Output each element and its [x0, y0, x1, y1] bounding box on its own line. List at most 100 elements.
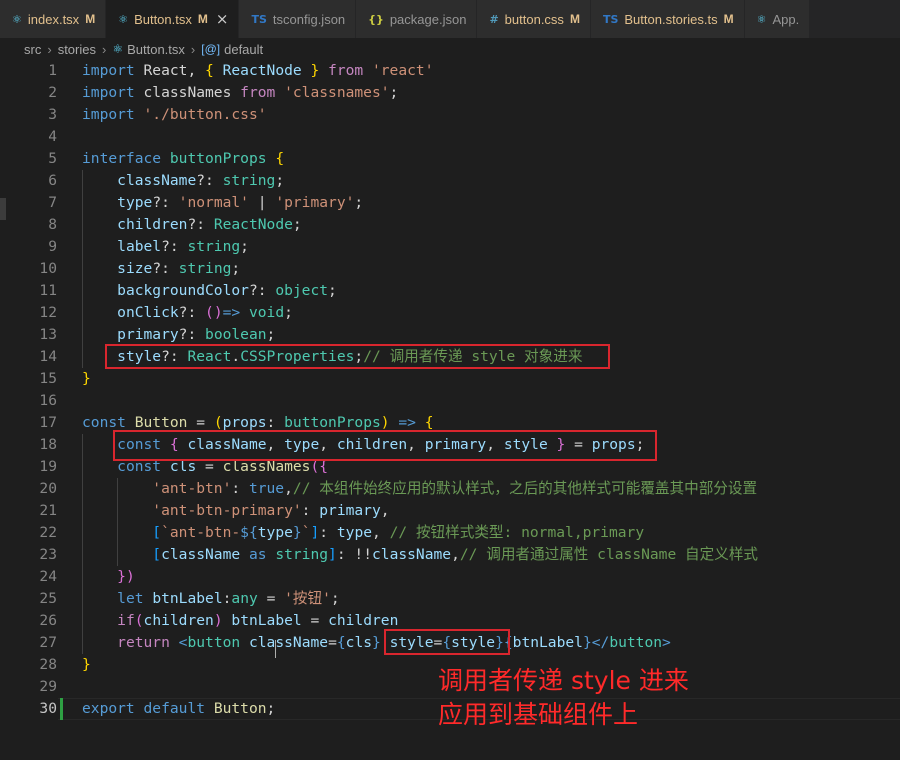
code-line[interactable]: 25 let btnLabel:any = '按钮';	[0, 588, 900, 610]
code-line[interactable]: 8 children?: ReactNode;	[0, 214, 900, 236]
code-token: string	[178, 260, 232, 277]
code-token: ;	[231, 260, 241, 277]
code-line[interactable]: 5 interface buttonProps {	[0, 148, 900, 170]
tab-button-css[interactable]: # button.css M	[477, 0, 591, 38]
tab-button-tsx[interactable]: ⚛ Button.tsx M ×	[106, 0, 240, 38]
line-number: 4	[48, 128, 57, 145]
line-number: 16	[39, 392, 57, 409]
line-number: 29	[39, 678, 57, 695]
code-line[interactable]: 2 import classNames from 'classnames';	[0, 82, 900, 104]
code-token: './button.css'	[143, 106, 267, 123]
line-number: 19	[39, 458, 57, 475]
code-token: [	[152, 524, 162, 541]
text-cursor	[275, 640, 276, 658]
tab-package-json[interactable]: {} package.json	[356, 0, 478, 38]
code-token: }	[82, 370, 91, 387]
code-line[interactable]: 24 })	[0, 566, 900, 588]
code-line[interactable]: 10 size?: string;	[0, 258, 900, 280]
line-number: 28	[39, 656, 57, 673]
code-line[interactable]: 7 type?: 'normal' | 'primary';	[0, 192, 900, 214]
code-line[interactable]: 16	[0, 390, 900, 412]
modified-badge: M	[569, 12, 580, 26]
code-token: true	[248, 480, 285, 497]
code-token: ;	[284, 304, 293, 321]
line-number: 15	[39, 370, 57, 387]
file-type-icon: {}	[368, 12, 384, 26]
code-token: const	[82, 414, 135, 431]
tab-app[interactable]: ⚛ App.	[744, 0, 811, 38]
code-token: )	[213, 612, 223, 629]
code-token: primary	[117, 326, 179, 343]
breadcrumb-item-file[interactable]: Button.tsx	[127, 42, 185, 57]
code-token: ]	[328, 546, 337, 563]
code-token: })	[117, 568, 135, 585]
line-number: 18	[39, 436, 57, 453]
breadcrumb-item-symbol[interactable]: default	[224, 42, 263, 57]
line-number: 6	[48, 172, 57, 189]
code-token: buttonProps	[284, 414, 381, 431]
code-line[interactable]: 3 import './button.css'	[0, 104, 900, 126]
line-number: 8	[48, 216, 57, 233]
code-line[interactable]: 4	[0, 126, 900, 148]
code-editor[interactable]: 1 import React, { ReactNode } from 'react…	[0, 60, 900, 760]
code-token: =>	[222, 304, 249, 321]
code-line[interactable]: 11 backgroundColor?: object;	[0, 280, 900, 302]
code-token: :	[319, 524, 337, 541]
code-line[interactable]: 23 [className as string]: !!className,//…	[0, 544, 900, 566]
code-token: ,	[372, 524, 390, 541]
close-icon[interactable]: ×	[216, 10, 229, 28]
code-token: `ant-btn-	[161, 524, 241, 541]
code-token: // 调用者通过属性 className 自定义样式	[459, 546, 759, 563]
code-token: return	[117, 634, 179, 651]
code-token: ;	[266, 326, 276, 343]
code-token: ?:	[178, 304, 206, 321]
code-token: string	[222, 172, 276, 189]
code-token: import	[82, 84, 144, 101]
code-text: interface buttonProps {	[82, 148, 284, 170]
line-number: 26	[39, 612, 57, 629]
code-text: 'ant-btn-primary': primary,	[82, 500, 389, 522]
code-token: default	[143, 700, 214, 717]
code-token: ?:	[187, 216, 214, 233]
code-token: 'ant-btn'	[152, 480, 232, 497]
file-type-icon: TS	[251, 12, 267, 26]
file-type-icon: ⚛	[756, 12, 767, 26]
code-text: [className as string]: !!className,// 调用…	[82, 544, 758, 566]
code-token: children	[143, 612, 214, 629]
code-line[interactable]: 9 label?: string;	[0, 236, 900, 258]
code-line[interactable]: 1 import React, { ReactNode } from 'react…	[0, 60, 900, 82]
tab-index-tsx[interactable]: ⚛ index.tsx M	[0, 0, 107, 38]
code-token: :	[231, 480, 249, 497]
code-line[interactable]: 20 'ant-btn': true,// 本组件始终应用的默认样式，之后的其他…	[0, 478, 900, 500]
code-line[interactable]: 15}	[0, 368, 900, 390]
symbol-variable-icon: [@]	[201, 42, 221, 56]
code-text: let btnLabel:any = '按钮';	[82, 588, 340, 610]
code-token: {	[205, 62, 223, 79]
code-line[interactable]: 22 [`ant-btn-${type}`]: type, // 按钮样式类型:…	[0, 522, 900, 544]
code-token: Button	[134, 414, 197, 431]
code-token: React	[143, 62, 188, 79]
code-token: children	[117, 216, 188, 233]
code-text: primary?: boolean;	[82, 324, 275, 346]
code-token: boolean	[205, 326, 267, 343]
breadcrumb-item-stories[interactable]: stories	[58, 42, 96, 57]
code-line[interactable]: 12 onClick?: ()=> void;	[0, 302, 900, 324]
code-token: ;	[328, 282, 337, 299]
code-token: type	[257, 524, 293, 541]
tab-tsconfig-json[interactable]: TS tsconfig.json	[239, 0, 357, 38]
code-token: btnLabel	[512, 634, 583, 651]
tab-button-stories-ts[interactable]: TS Button.stories.ts M	[590, 0, 745, 38]
code-line[interactable]: 13 primary?: boolean;	[0, 324, 900, 346]
breadcrumb-item-src[interactable]: src	[24, 42, 41, 57]
code-token: `	[301, 524, 311, 541]
code-line[interactable]: 6 className?: string;	[0, 170, 900, 192]
line-number: 2	[48, 84, 57, 101]
code-line[interactable]: 21 'ant-btn-primary': primary,	[0, 500, 900, 522]
